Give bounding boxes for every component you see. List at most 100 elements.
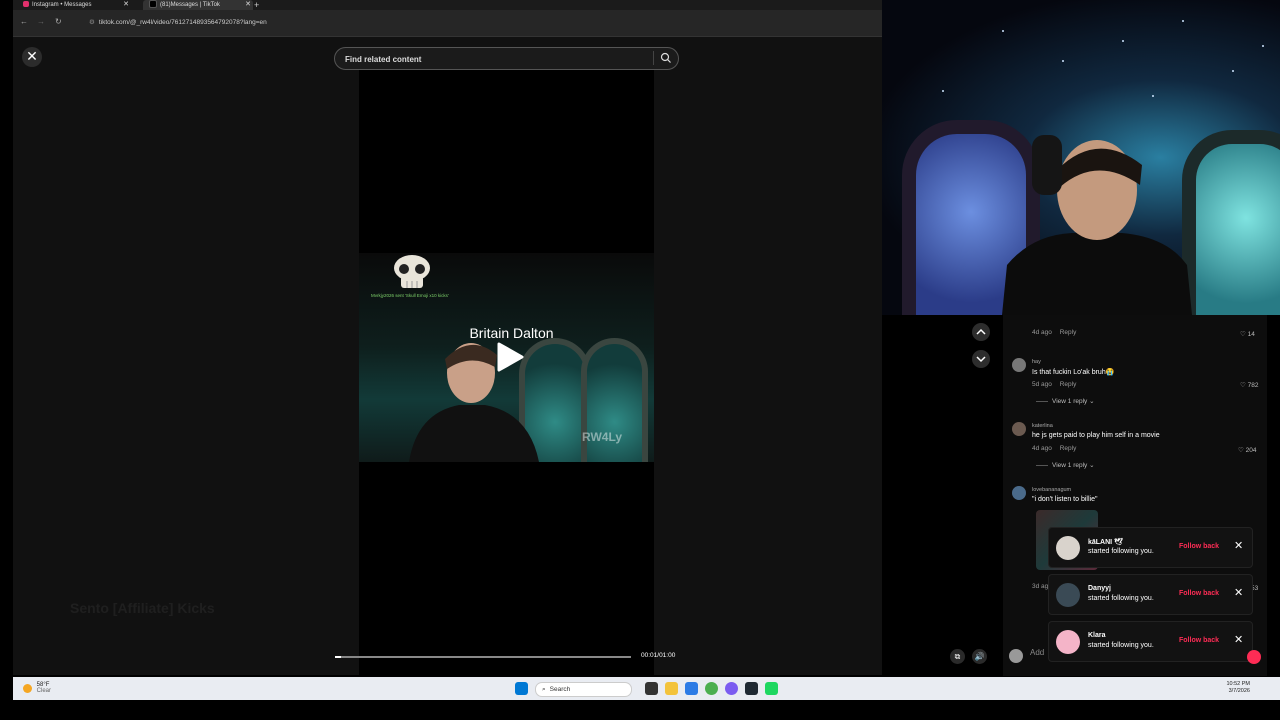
avatar[interactable] xyxy=(1009,649,1023,663)
webcam-overlay xyxy=(882,0,1280,315)
progress-bar-fill xyxy=(335,656,341,658)
like-count: 204 xyxy=(1245,447,1257,454)
search-input[interactable] xyxy=(343,51,647,67)
clock-time: 10:52 PM xyxy=(1226,681,1250,687)
webcam-arch-right xyxy=(1182,130,1280,315)
search-bar[interactable] xyxy=(334,47,679,70)
tab-tiktok[interactable]: (81)Messages | TikTok ✕ xyxy=(143,0,253,10)
search-label: Search xyxy=(549,686,571,693)
messenger-icon[interactable] xyxy=(725,682,738,695)
comment-likes[interactable]: ♡ 14 xyxy=(1240,330,1255,338)
progress-bar[interactable] xyxy=(335,656,631,658)
taskbar-search[interactable]: ⌕ Search xyxy=(535,682,632,697)
comment-username[interactable]: hay xyxy=(1032,359,1041,365)
play-icon[interactable] xyxy=(496,342,524,372)
new-tab-button[interactable]: + xyxy=(254,0,259,10)
avatar[interactable] xyxy=(1056,630,1080,654)
pip-icon[interactable]: ⧉ xyxy=(950,649,965,664)
avatar[interactable] xyxy=(1012,486,1026,500)
follow-back-button[interactable]: Follow back xyxy=(1179,637,1219,644)
avatar[interactable] xyxy=(1056,536,1080,560)
next-video-button[interactable] xyxy=(972,350,990,368)
weather-widget[interactable]: 58°F Clear xyxy=(23,682,51,694)
weather-desc: Clear xyxy=(36,688,52,694)
search-icon[interactable] xyxy=(660,52,672,64)
chrome-icon[interactable] xyxy=(705,682,718,695)
task-view-icon[interactable] xyxy=(645,682,658,695)
like-count: 14 xyxy=(1247,331,1255,338)
comment-time: 3d ag xyxy=(1032,583,1049,590)
forward-icon[interactable]: → xyxy=(37,17,45,26)
view-replies-button[interactable]: View 1 reply ⌄ xyxy=(1036,461,1095,469)
comment-text: he js gets paid to play him self in a mo… xyxy=(1032,432,1160,439)
follow-back-button[interactable]: Follow back xyxy=(1179,543,1219,550)
video-title-overlay: Britain Dalton xyxy=(469,325,554,341)
comment-likes[interactable]: ♡ 782 xyxy=(1240,381,1259,389)
taskbar: 58°F Clear ⌕ Search 10:52 PM 3/7/2026 xyxy=(13,677,1280,700)
follow-notification: Danyyj started following you. Follow bac… xyxy=(1048,574,1253,615)
tiktok-icon xyxy=(149,0,157,9)
skull-icon xyxy=(394,255,430,288)
close-icon[interactable]: ✕ xyxy=(1234,586,1243,599)
comment-input[interactable]: Add xyxy=(1030,648,1044,657)
close-icon[interactable]: ✕ xyxy=(1234,539,1243,552)
notification-message: started following you. xyxy=(1088,548,1154,555)
volume-icon[interactable]: 🔊 xyxy=(972,649,987,664)
spotify-icon[interactable] xyxy=(765,682,778,695)
follower-name: Danyyj xyxy=(1088,585,1111,592)
video-time: 00:01/01:00 xyxy=(641,652,676,659)
app-icon[interactable] xyxy=(745,682,758,695)
url-field[interactable]: ⚙ tiktok.com/@_rw4l/video/761271489356479… xyxy=(89,18,267,26)
follow-notification: Klara started following you. Follow back… xyxy=(1048,621,1253,662)
comment-meta: 4d ago Reply xyxy=(1032,329,1082,336)
view-replies-button[interactable]: View 1 reply ⌄ xyxy=(1036,397,1095,405)
video-watermark: RW4Ly xyxy=(582,430,623,444)
notification-message: started following you. xyxy=(1088,595,1154,602)
view-reply-label: View 1 reply xyxy=(1052,462,1088,469)
close-icon[interactable]: ✕ xyxy=(1234,633,1243,646)
webcam-person xyxy=(1002,135,1192,315)
follower-name: kāLANI 🕊 xyxy=(1088,539,1123,546)
address-bar: ← → ↻ ⚙ tiktok.com/@_rw4l/video/761271489… xyxy=(13,10,882,37)
chevron-down-icon xyxy=(976,356,986,363)
alert-caption: Mvrkjy2026 sent 'Skull Emoji x10 kicks' xyxy=(371,293,449,298)
instagram-icon xyxy=(23,1,29,8)
reply-button[interactable]: Reply xyxy=(1060,445,1077,452)
avatar[interactable] xyxy=(1056,583,1080,607)
post-button[interactable] xyxy=(1247,650,1261,664)
tab-instagram[interactable]: Instagram • Messages ✕ xyxy=(19,0,131,10)
tab-label: Instagram • Messages xyxy=(32,2,92,8)
follow-notification: kāLANI 🕊 started following you. Follow b… xyxy=(1048,527,1253,568)
avatar[interactable] xyxy=(1012,358,1026,372)
avatar[interactable] xyxy=(1012,422,1026,436)
close-tab-icon[interactable]: ✕ xyxy=(123,0,129,10)
comment-meta: 4d ago Reply xyxy=(1032,445,1082,452)
start-icon[interactable] xyxy=(515,682,528,695)
follow-back-button[interactable]: Follow back xyxy=(1179,590,1219,597)
comment-username[interactable]: lovebananagum xyxy=(1032,487,1071,493)
chevron-up-icon xyxy=(976,328,986,335)
file-explorer-icon[interactable] xyxy=(665,682,678,695)
reload-icon[interactable]: ↻ xyxy=(55,17,62,26)
system-clock[interactable]: 10:52 PM 3/7/2026 xyxy=(1226,681,1250,695)
comment-username[interactable]: katerlina xyxy=(1032,423,1053,429)
comment-text: "i don't listen to billie" xyxy=(1032,496,1098,503)
video-person xyxy=(409,343,539,462)
site-info-icon[interactable]: ⚙ xyxy=(89,19,95,26)
close-video-button[interactable]: ✕ xyxy=(22,47,42,67)
browser-tab-bar: Instagram • Messages ✕ (81)Messages | Ti… xyxy=(13,0,882,10)
search-divider xyxy=(653,51,654,65)
reply-button[interactable]: Reply xyxy=(1060,329,1077,336)
comment-likes[interactable]: ♡ 204 xyxy=(1238,446,1257,454)
comment-time: 4d ago xyxy=(1032,329,1052,336)
follower-name: Klara xyxy=(1088,632,1106,639)
comment-time: 4d ago xyxy=(1032,445,1052,452)
previous-video-button[interactable] xyxy=(972,323,990,341)
notification-message: started following you. xyxy=(1088,642,1154,649)
close-tab-icon[interactable]: ✕ xyxy=(245,0,251,10)
reply-button[interactable]: Reply xyxy=(1060,381,1077,388)
url-text: tiktok.com/@_rw4l/video/7612714893564792… xyxy=(98,19,267,26)
comment-text: Is that fuckin Lo'ak bruh😭 xyxy=(1032,369,1115,376)
back-icon[interactable]: ← xyxy=(20,17,28,26)
weather-icon xyxy=(23,683,32,693)
